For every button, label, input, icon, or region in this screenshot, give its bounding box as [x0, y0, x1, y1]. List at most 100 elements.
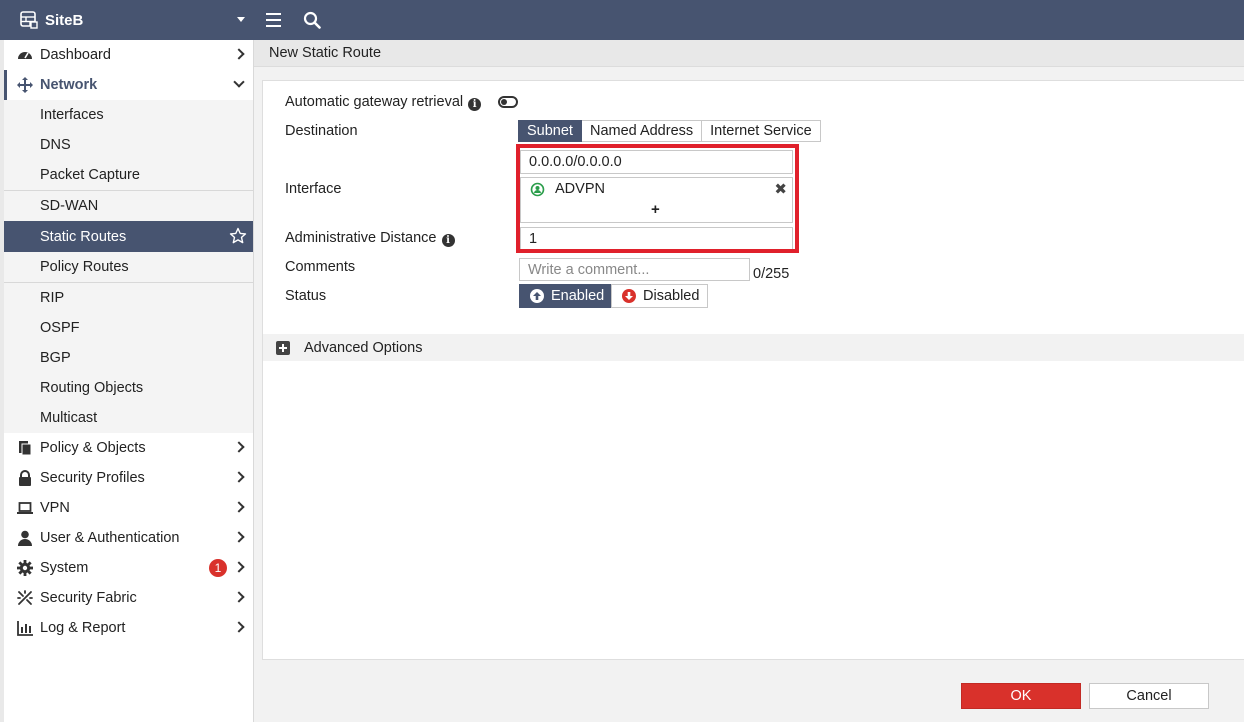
chevron-right-icon — [233, 561, 245, 573]
sidebar-item-static-routes[interactable]: Static Routes — [4, 221, 253, 252]
expand-plus-icon — [276, 340, 290, 355]
status-disabled-button[interactable]: Disabled — [611, 284, 708, 308]
info-icon[interactable]: i — [468, 98, 482, 111]
sidebar-item-label: OSPF — [40, 320, 80, 336]
chart-icon — [17, 620, 33, 636]
active-section-indicator — [4, 70, 7, 100]
sidebar-item-label: RIP — [40, 290, 65, 306]
sidebar-item-label: BGP — [40, 350, 71, 366]
sidebar-item-label: Log & Report — [40, 620, 126, 636]
sidebar-item-interfaces[interactable]: Interfaces — [4, 100, 253, 130]
admin-distance-row: Administrative Distance i — [285, 230, 455, 247]
search-icon[interactable] — [303, 11, 321, 29]
sidebar-item-policy-objects[interactable]: Policy & Objects — [4, 433, 253, 463]
sidebar-item-routing-objects[interactable]: Routing Objects — [4, 373, 253, 403]
admin-distance-label: Administrative Distance — [285, 230, 437, 246]
sidebar-item-network[interactable]: Network — [4, 70, 253, 100]
site-name: SiteB — [45, 11, 84, 29]
status-label: Status — [285, 288, 327, 304]
chevron-right-icon — [233, 48, 245, 60]
sidebar-item-policy-routes[interactable]: Policy Routes — [4, 252, 253, 282]
site-selector[interactable]: SiteB — [6, 0, 253, 40]
sidebar-item-label: Dashboard — [40, 47, 111, 63]
arrow-down-icon — [622, 289, 636, 303]
destination-named-address-option[interactable]: Named Address — [581, 120, 703, 142]
lock-icon — [17, 470, 33, 486]
sidebar-item-security-fabric[interactable]: Security Fabric — [4, 583, 253, 613]
main-content: New Static Route Automatic gateway retri… — [254, 40, 1244, 722]
sidebar-item-security-profiles[interactable]: Security Profiles — [4, 463, 253, 493]
gear-icon — [17, 560, 33, 576]
chevron-right-icon — [233, 501, 245, 513]
sidebar-item-ospf[interactable]: OSPF — [4, 313, 253, 343]
sidebar-item-user-authentication[interactable]: User & Authentication — [4, 523, 253, 553]
comments-textarea[interactable]: Write a comment... — [519, 258, 750, 281]
sidebar-item-rip[interactable]: RIP — [4, 282, 253, 313]
highlight-box — [516, 144, 799, 253]
notification-badge: 1 — [209, 559, 227, 577]
destination-type-selector: Subnet Named Address Internet Service — [518, 120, 821, 142]
sidebar-item-bgp[interactable]: BGP — [4, 343, 253, 373]
user-icon — [17, 530, 33, 546]
destination-internet-service-option[interactable]: Internet Service — [702, 120, 821, 142]
sidebar-item-label: Routing Objects — [40, 380, 144, 396]
firewall-icon — [20, 11, 38, 29]
sidebar-item-system[interactable]: System 1 — [4, 553, 253, 583]
sidebar-item-label: DNS — [40, 137, 71, 153]
chevron-right-icon — [233, 591, 245, 603]
sidebar-item-label: Security Profiles — [40, 470, 145, 486]
hamburger-menu-icon[interactable] — [266, 13, 281, 27]
network-icon — [17, 77, 33, 93]
sidebar-item-label: Static Routes — [40, 228, 127, 245]
top-bar: SiteB — [0, 0, 1244, 40]
sidebar-item-label: VPN — [40, 500, 70, 516]
sidebar-item-packet-capture[interactable]: Packet Capture — [4, 160, 253, 190]
caret-down-icon[interactable] — [237, 17, 245, 22]
destination-subnet-option[interactable]: Subnet — [518, 120, 582, 142]
destination-label: Destination — [285, 123, 358, 139]
chevron-right-icon — [233, 471, 245, 483]
page-title-bar: New Static Route — [254, 40, 1244, 67]
chevron-right-icon — [233, 621, 245, 633]
star-icon[interactable] — [229, 227, 247, 245]
advanced-options-label: Advanced Options — [304, 339, 423, 356]
chevron-right-icon — [233, 441, 245, 453]
sidebar-item-label: Security Fabric — [40, 590, 137, 606]
sidebar-item-label: System — [40, 560, 89, 576]
auto-gateway-row: Automatic gateway retrieval i — [285, 94, 482, 111]
status-enabled-button[interactable]: Enabled — [519, 284, 612, 308]
auto-gateway-label: Automatic gateway retrieval — [285, 94, 464, 110]
cancel-button[interactable]: Cancel — [1089, 683, 1209, 709]
ok-button[interactable]: OK — [961, 683, 1081, 709]
sidebar-item-label: Multicast — [40, 410, 98, 426]
status-disabled-label: Disabled — [643, 288, 700, 304]
sidebar-item-dns[interactable]: DNS — [4, 130, 253, 160]
sidebar-item-label: Network — [40, 77, 98, 93]
fabric-icon — [17, 590, 33, 606]
comments-label: Comments — [285, 259, 356, 275]
chevron-right-icon — [233, 531, 245, 543]
sidebar-item-multicast[interactable]: Multicast — [4, 403, 253, 433]
sidebar-item-sd-wan[interactable]: SD-WAN — [4, 190, 253, 221]
sidebar-item-dashboard[interactable]: Dashboard — [4, 40, 253, 70]
sidebar-item-label: User & Authentication — [40, 530, 180, 546]
sidebar-item-label: Interfaces — [40, 107, 104, 123]
sidebar-item-label: SD-WAN — [40, 198, 99, 214]
dashboard-icon — [17, 47, 33, 63]
comments-counter: 0/255 — [753, 266, 790, 282]
sidebar-item-label: Policy & Objects — [40, 440, 146, 456]
auto-gateway-toggle[interactable] — [498, 96, 518, 108]
sidebar-item-vpn[interactable]: VPN — [4, 493, 253, 523]
sidebar-item-label: Packet Capture — [40, 167, 140, 183]
page-title: New Static Route — [269, 45, 382, 61]
status-enabled-label: Enabled — [551, 288, 605, 304]
laptop-icon — [17, 500, 33, 516]
policy-icon — [17, 440, 33, 456]
form-panel: Automatic gateway retrieval i Destination… — [262, 80, 1244, 660]
info-icon[interactable]: i — [441, 234, 455, 247]
chevron-down-icon — [233, 76, 245, 88]
advanced-options-toggle[interactable]: Advanced Options — [263, 334, 1244, 361]
sidebar-item-log-report[interactable]: Log & Report — [4, 613, 253, 643]
sidebar: Dashboard Network Interfaces DNS Packet … — [0, 40, 254, 722]
interface-label: Interface — [285, 181, 342, 197]
